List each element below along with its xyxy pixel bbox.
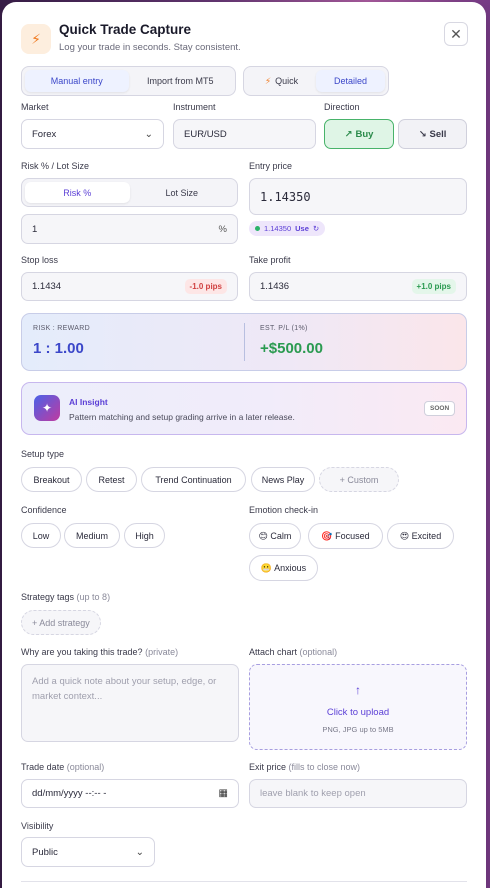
- soon-badge: SOON: [424, 401, 456, 416]
- ai-title: AI Insight: [69, 397, 108, 407]
- sparkle-icon: ✦: [34, 395, 60, 421]
- confidence-label: Confidence: [21, 505, 67, 515]
- instrument-input[interactable]: EUR/USD: [173, 119, 316, 149]
- tab-detailed[interactable]: Detailed: [316, 70, 385, 92]
- reason-textarea[interactable]: Add a quick note about your setup, edge,…: [21, 664, 239, 742]
- exit-price-input[interactable]: leave blank to keep open: [249, 779, 467, 808]
- detail-level-tabs: ⚡ Quick Detailed: [243, 66, 389, 96]
- emotion-label: Emotion check-in: [249, 505, 319, 515]
- upload-arrow-icon: ↑: [355, 683, 361, 697]
- tab-quick[interactable]: ⚡ Quick: [247, 70, 316, 92]
- entry-mode-tabs: Manual entry Import from MT5: [21, 66, 236, 96]
- visibility-label: Visibility: [21, 821, 54, 831]
- take-profit-input[interactable]: 1.1436 +1.0 pips: [249, 272, 467, 301]
- ai-insight-card: ✦ AI Insight Pattern matching and setup …: [21, 382, 467, 435]
- instrument-label: Instrument: [173, 102, 216, 112]
- tab-manual-entry[interactable]: Manual entry: [25, 70, 129, 92]
- rr-label: RISK : REWARD: [33, 325, 90, 332]
- divider: [244, 323, 245, 361]
- confidence-low[interactable]: Low: [21, 523, 61, 548]
- take-profit-pips-badge: +1.0 pips: [411, 279, 456, 294]
- chevron-down-icon: ⌄: [144, 128, 153, 140]
- tab-import-mt5[interactable]: Import from MT5: [129, 70, 233, 92]
- trade-date-label: Trade date (optional): [21, 762, 105, 772]
- sell-button[interactable]: ↘ Sell: [398, 119, 467, 149]
- modal-subtitle: Log your trade in seconds. Stay consiste…: [59, 42, 241, 53]
- exit-price-label: Exit price (fills to close now): [249, 762, 361, 772]
- stop-loss-label: Stop loss: [21, 255, 59, 265]
- entry-price-input[interactable]: 1.14350: [249, 178, 467, 215]
- chart-upload-dropzone[interactable]: ↑ Click to upload PNG, JPG up to 5MB: [249, 664, 467, 750]
- setup-option-retest[interactable]: Retest: [86, 467, 137, 492]
- emotion-focused[interactable]: 🎯 Focused: [308, 523, 383, 549]
- stop-loss-pips-badge: -1.0 pips: [184, 279, 227, 294]
- pl-value: +$500.00: [260, 340, 323, 357]
- live-dot-icon: [255, 226, 260, 231]
- upload-hint: PNG, JPG up to 5MB: [322, 725, 394, 734]
- confidence-high[interactable]: High: [124, 523, 165, 548]
- chevron-down-icon: ⌄: [135, 846, 144, 858]
- footer-divider: [21, 881, 467, 882]
- risk-mode-tabs: Risk % Lot Size: [21, 178, 238, 207]
- emotion-calm[interactable]: 😊 Calm: [249, 523, 301, 549]
- tab-risk-percent[interactable]: Risk %: [25, 182, 130, 203]
- entry-price-label: Entry price: [249, 161, 293, 171]
- bolt-icon: ⚡: [21, 24, 51, 54]
- trade-capture-modal: ⚡ Quick Trade Capture Log your trade in …: [2, 2, 486, 888]
- emotion-excited[interactable]: 😍 Excited: [387, 523, 454, 549]
- buy-button[interactable]: ↗ Buy: [324, 119, 394, 149]
- setup-option-trend-continuation[interactable]: Trend Continuation: [141, 467, 246, 492]
- market-select[interactable]: Forex ⌄: [21, 119, 164, 149]
- live-price-chip[interactable]: 1.14350 Use ↻: [249, 221, 326, 236]
- confidence-medium[interactable]: Medium: [64, 523, 120, 548]
- direction-label: Direction: [324, 102, 360, 112]
- rr-value: 1 : 1.00: [33, 340, 84, 357]
- modal-title: Quick Trade Capture: [59, 22, 192, 37]
- arrow-up-right-icon: ↗: [344, 128, 353, 140]
- stop-loss-input[interactable]: 1.1434 -1.0 pips: [21, 272, 238, 301]
- reason-label: Why are you taking this trade? (private): [21, 647, 179, 657]
- close-icon: ✕: [450, 25, 462, 42]
- arrow-down-right-icon: ↘: [418, 128, 427, 140]
- refresh-icon: ↻: [312, 224, 320, 233]
- setup-option-news-play[interactable]: News Play: [251, 467, 315, 492]
- calendar-icon[interactable]: ▦: [219, 788, 228, 799]
- add-strategy-button[interactable]: + Add strategy: [21, 610, 101, 635]
- upload-cta: Click to upload: [326, 707, 390, 718]
- risk-input[interactable]: 1 %: [21, 214, 238, 244]
- market-label: Market: [21, 102, 49, 112]
- bolt-icon: ⚡: [264, 75, 272, 86]
- strategy-tags-label: Strategy tags (up to 8): [21, 592, 111, 602]
- risk-reward-card: RISK : REWARD 1 : 1.00 EST. P/L (1%) +$5…: [21, 313, 467, 371]
- pl-label: EST. P/L (1%): [260, 325, 308, 332]
- take-profit-label: Take profit: [249, 255, 291, 265]
- risk-label: Risk % / Lot Size: [21, 161, 90, 171]
- attach-chart-label: Attach chart (optional): [249, 647, 338, 657]
- trade-date-input[interactable]: dd/mm/yyyy --:-- - ▦: [21, 779, 239, 808]
- close-button[interactable]: ✕: [444, 22, 468, 46]
- visibility-select[interactable]: Public ⌄: [21, 837, 155, 867]
- setup-add-custom-button[interactable]: + Custom: [319, 467, 399, 492]
- emotion-anxious[interactable]: 😬 Anxious: [249, 555, 318, 581]
- tab-lot-size[interactable]: Lot Size: [130, 182, 235, 203]
- ai-text: Pattern matching and setup grading arriv…: [69, 412, 295, 422]
- setup-type-label: Setup type: [21, 449, 65, 459]
- setup-option-breakout[interactable]: Breakout: [21, 467, 82, 492]
